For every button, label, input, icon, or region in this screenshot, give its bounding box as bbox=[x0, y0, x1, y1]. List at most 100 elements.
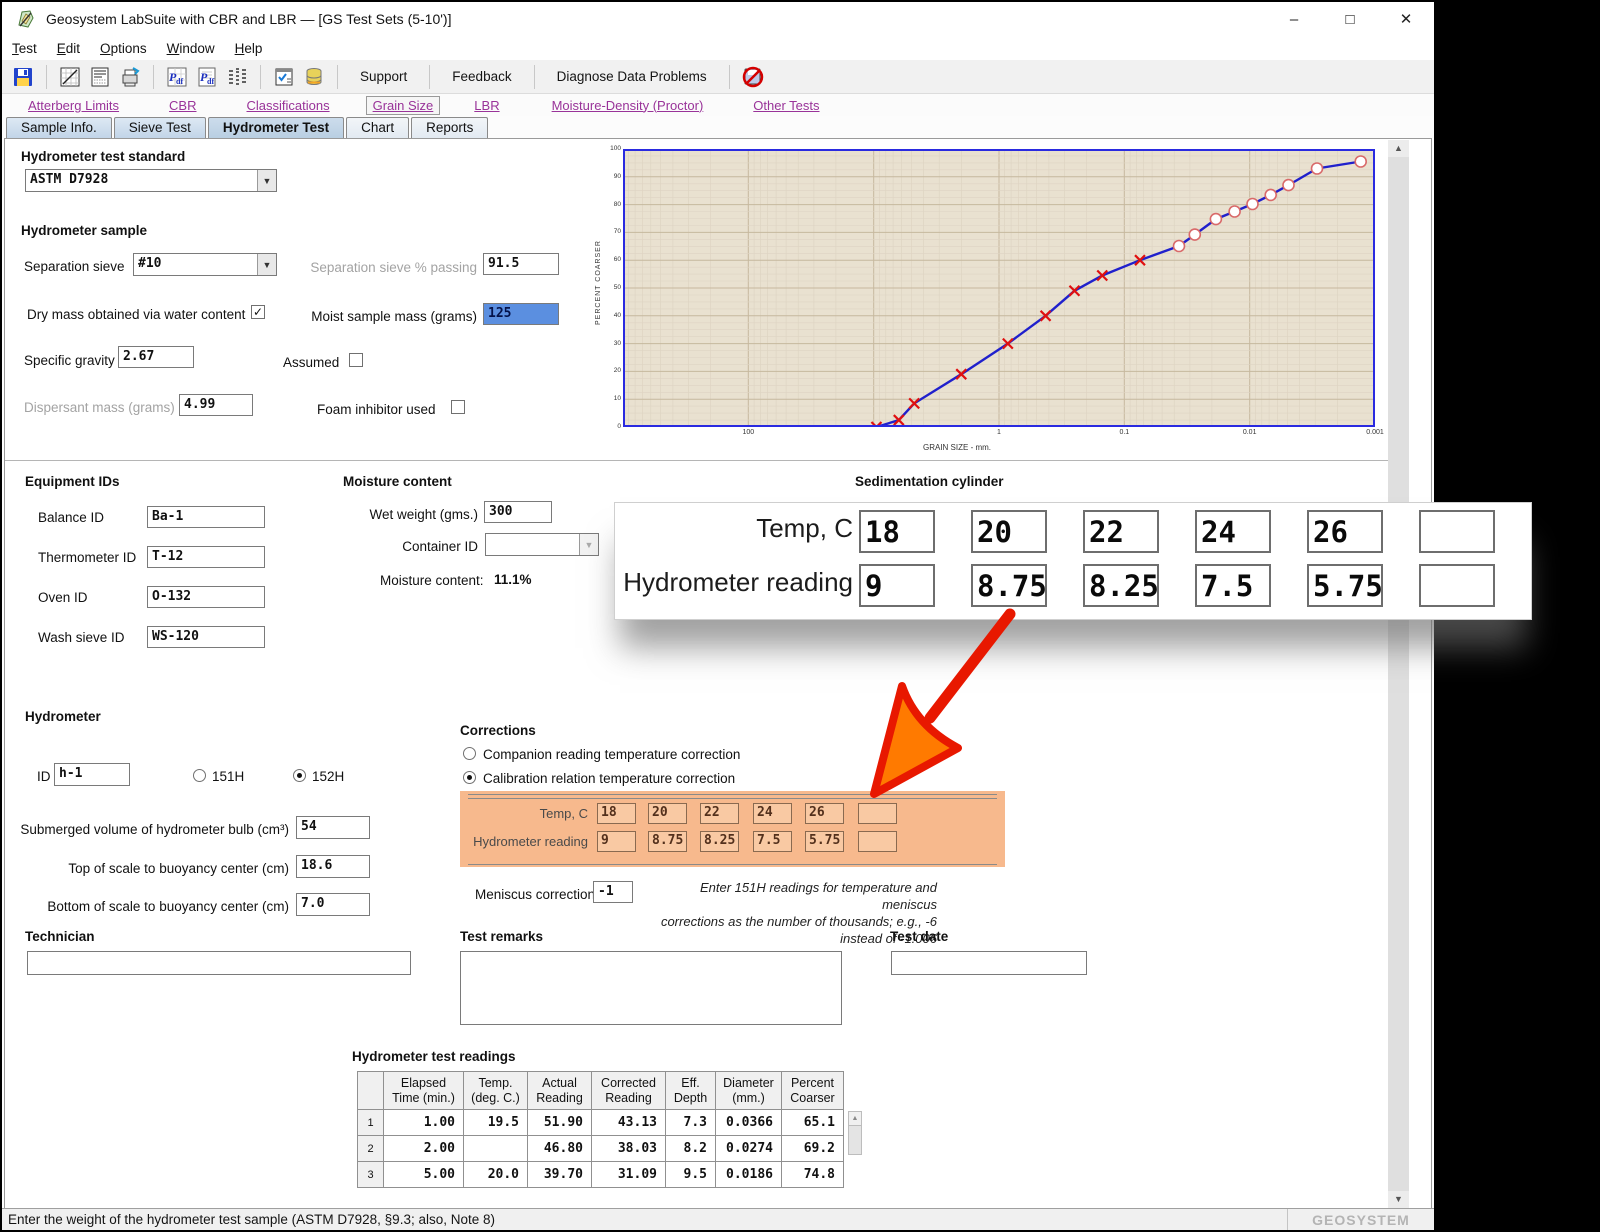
specific-gravity-field[interactable]: 2.67 bbox=[118, 346, 194, 368]
pdf-grid-icon[interactable]: Pdf bbox=[164, 64, 190, 90]
pdf-doc-icon[interactable]: Pdf bbox=[194, 64, 220, 90]
radio-151h[interactable] bbox=[193, 769, 206, 782]
toolbar-button-feedback[interactable]: Feedback bbox=[438, 69, 525, 84]
technician-field[interactable] bbox=[27, 951, 411, 975]
corrections-reading-field-5[interactable] bbox=[858, 831, 897, 852]
table-cell[interactable]: 5.00 bbox=[384, 1162, 464, 1188]
tab-chart[interactable]: Chart bbox=[346, 117, 409, 138]
toolbar-button-diagnose-data-problems[interactable]: Diagnose Data Problems bbox=[543, 69, 721, 84]
standard-combobox[interactable]: ASTM D7928 ▼ bbox=[25, 169, 277, 192]
tab-reports[interactable]: Reports bbox=[411, 117, 488, 138]
no-save-icon[interactable] bbox=[740, 64, 766, 90]
corrections-temp-field-3[interactable]: 24 bbox=[753, 803, 792, 824]
test-remarks-field[interactable] bbox=[460, 951, 842, 1025]
assumed-checkbox[interactable] bbox=[349, 353, 363, 367]
toolbar-button-support[interactable]: Support bbox=[346, 69, 421, 84]
equipment-field-0[interactable]: Ba-1 bbox=[147, 506, 265, 528]
module-link-other-tests[interactable]: Other Tests bbox=[747, 97, 825, 114]
print-seal-icon[interactable] bbox=[117, 64, 143, 90]
table-cell[interactable]: 20.0 bbox=[464, 1162, 528, 1188]
module-link-cbr[interactable]: CBR bbox=[163, 97, 202, 114]
submerged-volume-field[interactable]: 54 bbox=[296, 816, 370, 839]
table-cell[interactable]: 8.2 bbox=[666, 1136, 716, 1162]
table-cell[interactable]: 39.70 bbox=[528, 1162, 592, 1188]
module-link-moisture-density-proctor-[interactable]: Moisture-Density (Proctor) bbox=[546, 97, 710, 114]
grid-chart-icon[interactable] bbox=[57, 64, 83, 90]
scroll-down-icon[interactable]: ▼ bbox=[1388, 1191, 1409, 1208]
table-cell[interactable]: 7.3 bbox=[666, 1110, 716, 1136]
corrections-reading-field-3[interactable]: 7.5 bbox=[753, 831, 792, 852]
corrections-reading-field-0[interactable]: 9 bbox=[597, 831, 636, 852]
save-icon[interactable] bbox=[10, 64, 36, 90]
dashed-list-icon[interactable] bbox=[224, 64, 250, 90]
table-cell[interactable]: 38.03 bbox=[592, 1136, 666, 1162]
minimize-button[interactable]: – bbox=[1266, 2, 1322, 36]
pct-passing-field[interactable]: 91.5 bbox=[483, 253, 559, 275]
table-cell[interactable]: 19.5 bbox=[464, 1110, 528, 1136]
table-cell[interactable]: 31.09 bbox=[592, 1162, 666, 1188]
module-link-lbr[interactable]: LBR bbox=[468, 97, 505, 114]
module-link-classifications[interactable]: Classifications bbox=[241, 97, 336, 114]
test-date-field[interactable] bbox=[891, 951, 1087, 975]
corrections-reading-field-2[interactable]: 8.25 bbox=[700, 831, 739, 852]
table-cell[interactable]: 43.13 bbox=[592, 1110, 666, 1136]
corrections-temp-field-2[interactable]: 22 bbox=[700, 803, 739, 824]
table-cell[interactable] bbox=[464, 1136, 528, 1162]
table-row: 11.0019.551.9043.137.30.036665.1 bbox=[358, 1110, 844, 1136]
equipment-field-2[interactable]: O-132 bbox=[147, 586, 265, 608]
menu-help[interactable]: Help bbox=[235, 41, 263, 56]
top-scale-field[interactable]: 18.6 bbox=[296, 855, 370, 878]
tab-sample-info-[interactable]: Sample Info. bbox=[6, 117, 112, 138]
tab-sieve-test[interactable]: Sieve Test bbox=[114, 117, 206, 138]
corrections-reading-field-4[interactable]: 5.75 bbox=[805, 831, 844, 852]
table-cell[interactable]: 1.00 bbox=[384, 1110, 464, 1136]
module-link-atterberg-limits[interactable]: Atterberg Limits bbox=[22, 97, 125, 114]
radio-152h[interactable] bbox=[293, 769, 306, 782]
scroll-up-icon[interactable]: ▲ bbox=[1388, 140, 1409, 157]
radio-companion-correction[interactable] bbox=[463, 747, 476, 760]
container-id-combobox[interactable]: ▼ bbox=[485, 533, 599, 556]
scroll-up-icon[interactable]: ▲ bbox=[849, 1112, 861, 1126]
chevron-down-icon[interactable]: ▼ bbox=[257, 254, 276, 275]
table-cell[interactable]: 0.0366 bbox=[716, 1110, 782, 1136]
table-cell[interactable]: 69.2 bbox=[782, 1136, 844, 1162]
table-cell[interactable]: 2.00 bbox=[384, 1136, 464, 1162]
assumed-label: Assumed bbox=[283, 355, 339, 370]
hydrometer-id-field[interactable]: h-1 bbox=[54, 763, 130, 786]
moist-mass-field[interactable]: 125 bbox=[483, 303, 559, 325]
menu-test[interactable]: Test bbox=[12, 41, 37, 56]
equipment-field-1[interactable]: T-12 bbox=[147, 546, 265, 568]
meniscus-field[interactable]: -1 bbox=[593, 881, 633, 903]
dispersant-field[interactable]: 4.99 bbox=[179, 394, 253, 416]
vertical-scrollbar[interactable]: ▲ ▼ bbox=[1388, 140, 1409, 1208]
separation-sieve-combobox[interactable]: #10 ▼ bbox=[133, 253, 277, 276]
corrections-temp-field-0[interactable]: 18 bbox=[597, 803, 636, 824]
table-cell[interactable]: 9.5 bbox=[666, 1162, 716, 1188]
close-button[interactable]: ✕ bbox=[1378, 2, 1434, 36]
radio-calibration-correction[interactable] bbox=[463, 771, 476, 784]
table-cell[interactable]: 0.0186 bbox=[716, 1162, 782, 1188]
foam-inhibitor-checkbox[interactable] bbox=[451, 400, 465, 414]
table-cell[interactable]: 65.1 bbox=[782, 1110, 844, 1136]
dry-mass-checkbox[interactable]: ✓ bbox=[251, 305, 265, 319]
menu-options[interactable]: Options bbox=[100, 41, 147, 56]
corrections-reading-field-1[interactable]: 8.75 bbox=[648, 831, 687, 852]
checklist-icon[interactable] bbox=[271, 64, 297, 90]
module-link-grain-size[interactable]: Grain Size bbox=[366, 96, 441, 115]
table-cell[interactable]: 0.0274 bbox=[716, 1136, 782, 1162]
bottom-scale-field[interactable]: 7.0 bbox=[296, 893, 370, 916]
maximize-button[interactable]: □ bbox=[1322, 2, 1378, 36]
equipment-field-3[interactable]: WS-120 bbox=[147, 626, 265, 648]
wet-weight-field[interactable]: 300 bbox=[484, 501, 552, 523]
table-scrollbar[interactable]: ▲ bbox=[848, 1111, 862, 1155]
menu-edit[interactable]: Edit bbox=[57, 41, 80, 56]
corrections-temp-field-1[interactable]: 20 bbox=[648, 803, 687, 824]
table-cell[interactable]: 46.80 bbox=[528, 1136, 592, 1162]
report-icon[interactable] bbox=[87, 64, 113, 90]
table-cell[interactable]: 74.8 bbox=[782, 1162, 844, 1188]
menu-window[interactable]: Window bbox=[167, 41, 215, 56]
chevron-down-icon[interactable]: ▼ bbox=[257, 170, 276, 191]
table-cell[interactable]: 51.90 bbox=[528, 1110, 592, 1136]
database-icon[interactable] bbox=[301, 64, 327, 90]
tab-hydrometer-test[interactable]: Hydrometer Test bbox=[208, 117, 344, 138]
